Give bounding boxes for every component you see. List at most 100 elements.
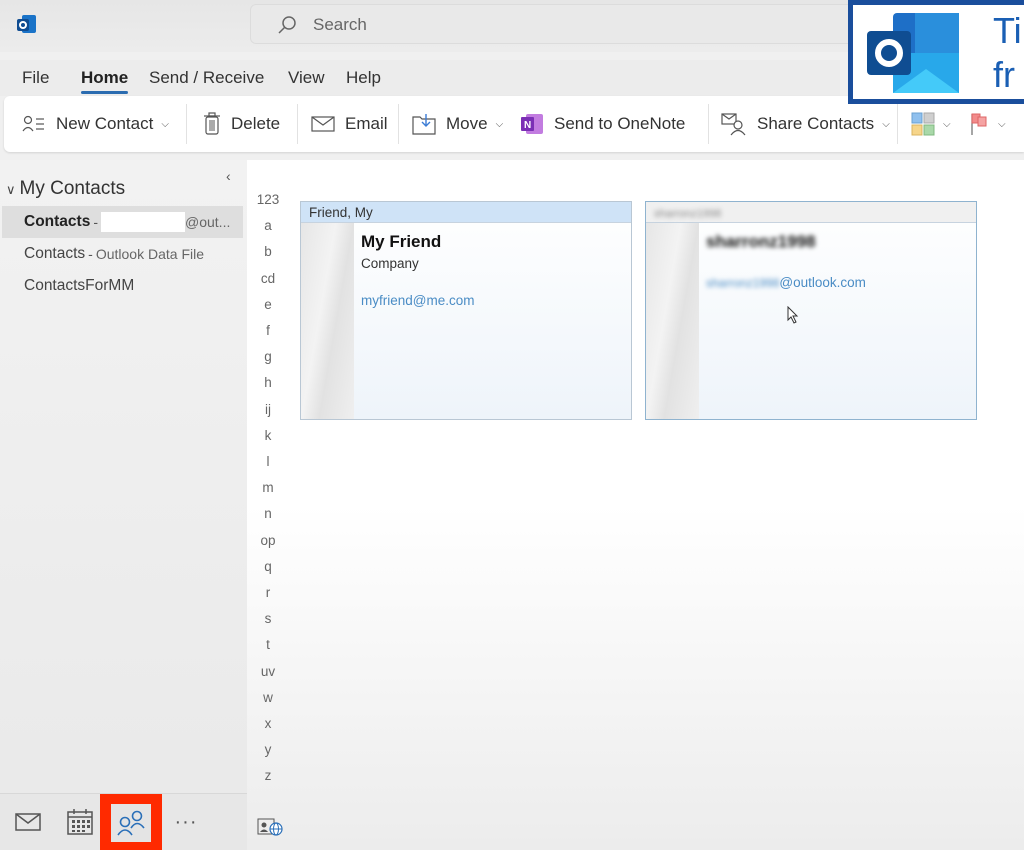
contact-file-as: sharronz1998 [646,202,976,223]
contact-email-domain: @outlook.com [779,275,866,290]
collapse-pane-icon[interactable]: ‹ [226,168,231,184]
index-letter[interactable]: t [247,637,289,652]
index-letter[interactable]: y [247,742,289,757]
tab-help[interactable]: Help [346,68,381,88]
nav-mail[interactable] [6,800,50,844]
ribbon: New Contact ⌵ Delete Email Move ⌵ N Send… [4,96,1024,152]
send-to-onenote-button[interactable]: N Send to OneNote [520,96,685,152]
index-letter[interactable]: x [247,716,289,731]
folder-account: Outlook Data File [95,246,205,262]
index-letter[interactable]: l [247,454,289,469]
outlook-app-icon [17,15,36,33]
index-letter[interactable]: h [247,375,289,390]
new-contact-button[interactable]: New Contact ⌵ [22,96,169,152]
index-letter[interactable]: n [247,506,289,521]
svg-text:N: N [524,120,531,131]
index-letter[interactable]: e [247,297,289,312]
index-letter[interactable]: 123 [247,192,289,207]
contact-name: My Friend [361,232,442,251]
chevron-down-icon[interactable]: ⌵ [998,119,1006,130]
more-icon: ··· [174,810,198,833]
contact-directory-icon[interactable] [257,818,283,836]
index-letter[interactable]: z [247,768,289,783]
chevron-down-icon[interactable]: ⌵ [882,119,890,130]
mail-icon [311,116,335,132]
contact-photo-placeholder [301,223,354,419]
folder-pane: ‹ ∨ My Contacts Contacts - @out... Contac… [0,160,247,850]
index-letter[interactable]: r [247,585,289,600]
delete-button[interactable]: Delete [203,96,280,152]
search-icon [278,16,296,34]
nav-more[interactable]: ··· [164,800,208,844]
contacts-view: 123 a b cd e f g h ij k l m n op q r s t uv w x y z Friend, My… [247,160,1024,850]
overlay-text-line1: Ti [993,10,1022,51]
index-letter[interactable]: cd [247,271,289,286]
contact-file-as: Friend, My [301,202,631,223]
chevron-down-icon[interactable]: ⌵ [496,119,504,130]
index-letter[interactable]: uv [247,664,289,679]
mail-icon [15,813,41,831]
share-contacts-button[interactable]: Share Contacts ⌵ [721,96,890,152]
move-label: Move [446,114,488,133]
my-contacts-label: My Contacts [19,178,126,199]
calendar-icon [67,809,93,835]
index-letter[interactable]: s [247,611,289,626]
nav-calendar[interactable] [58,800,102,844]
ribbon-divider [186,104,187,144]
folder-name: Contacts [24,245,86,262]
index-letter[interactable]: f [247,323,289,338]
ribbon-divider [897,104,898,144]
ribbon-divider [297,104,298,144]
index-letter[interactable]: b [247,244,289,259]
video-overlay-logo: Ti fr [848,0,1024,104]
tab-send-receive[interactable]: Send / Receive [149,68,264,88]
nav-people-inner [111,803,151,842]
index-letter[interactable]: op [247,533,289,548]
contact-email-user: sharronz1998 [706,276,780,290]
tab-home[interactable]: Home [81,68,129,94]
tab-view[interactable]: View [288,68,325,88]
email-button[interactable]: Email [311,96,388,152]
index-letter[interactable]: a [247,218,289,233]
flag-icon [971,113,987,135]
chevron-down-icon[interactable]: ⌵ [943,119,951,130]
follow-up-button[interactable]: ⌵ [970,96,1006,152]
contact-email[interactable]: myfriend@me.com [361,293,474,308]
index-letter[interactable]: g [247,349,289,364]
search-input[interactable]: Search [250,4,860,44]
tab-file[interactable]: File [22,68,49,88]
mouse-cursor-icon [787,306,799,324]
folder-contacts-outlook[interactable]: Contacts - @out... [2,206,243,238]
contact-card[interactable]: Friend, My My Friend Company myfriend@me… [300,201,632,420]
module-nav-bar: ··· [0,793,247,850]
contact-name: sharronz1998 [706,232,816,251]
categorize-icon [911,112,935,136]
email-label: Email [345,114,388,133]
nav-people[interactable] [100,794,162,850]
my-contacts-group[interactable]: ∨ My Contacts [6,178,125,200]
outlook-logo-icon [867,13,959,93]
send-to-onenote-label: Send to OneNote [554,114,686,133]
ribbon-divider [708,104,709,144]
categorize-button[interactable]: ⌵ [911,96,951,152]
chevron-down-icon: ∨ [6,182,16,197]
index-letter[interactable]: m [247,480,289,495]
contact-email[interactable]: sharronz1998@outlook.com [706,275,866,290]
folder-separator: - [93,214,98,230]
index-letter[interactable]: q [247,559,289,574]
menu-tabs: File Home Send / Receive View Help [0,60,840,96]
index-letter[interactable]: k [247,428,289,443]
contact-card[interactable]: sharronz1998 sharronz1998 sharronz1998@o… [645,201,977,420]
index-letter[interactable]: ij [247,402,289,417]
folder-contacts-for-mm[interactable]: ContactsForMM [2,270,243,302]
folder-account: @out... [185,214,231,230]
new-contact-icon [22,115,44,132]
index-letter[interactable]: w [247,690,289,705]
ribbon-divider [398,104,399,144]
move-button[interactable]: Move ⌵ [412,96,503,152]
new-contact-label: New Contact [56,114,154,133]
contact-photo-placeholder [646,223,699,419]
folder-contacts-data-file[interactable]: Contacts - Outlook Data File [2,238,243,270]
chevron-down-icon[interactable]: ⌵ [161,119,169,130]
onenote-icon: N [521,114,543,134]
